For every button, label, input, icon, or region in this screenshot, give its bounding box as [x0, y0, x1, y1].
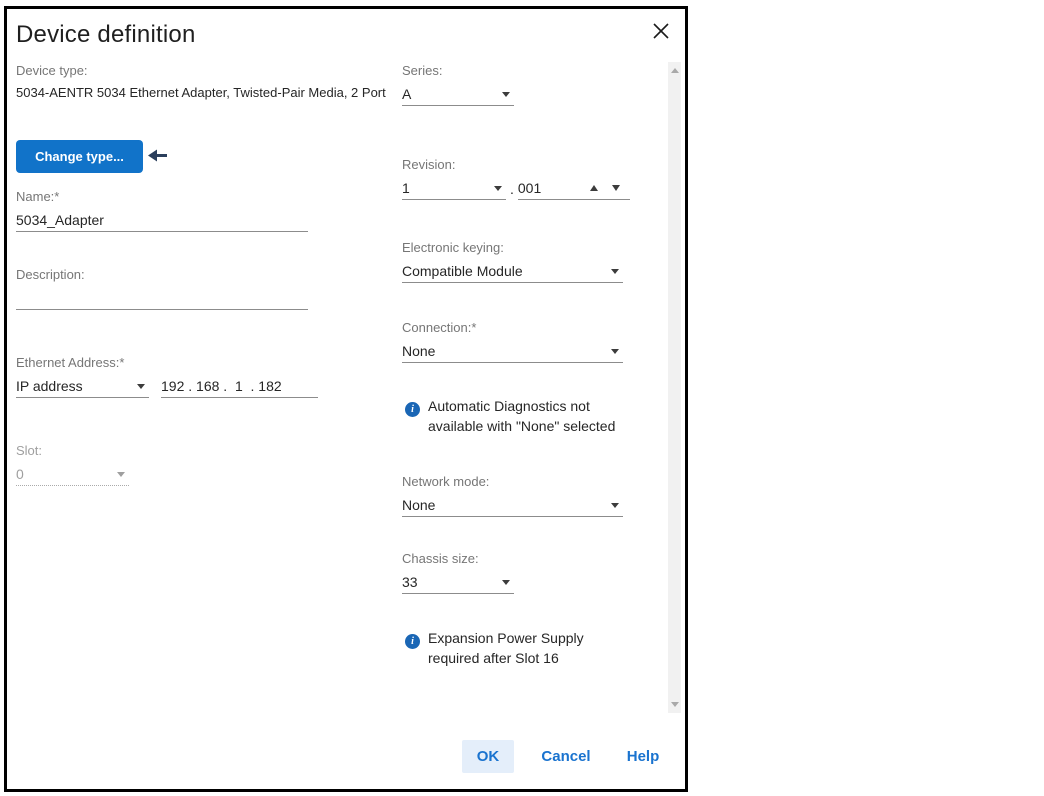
series-label: Series:: [402, 62, 514, 80]
device-type-field: Device type: 5034-AENTR 5034 Ethernet Ad…: [16, 62, 388, 103]
network-mode-dropdown[interactable]: None: [402, 494, 623, 517]
dropdown-arrow-icon: [494, 186, 502, 191]
ethernet-address-label: Ethernet Address:*: [16, 354, 318, 372]
ethernet-address-field: Ethernet Address:* IP address 192 . 168 …: [16, 354, 318, 398]
dropdown-arrow-icon: [502, 580, 510, 585]
help-button[interactable]: Help: [619, 740, 667, 773]
dropdown-arrow-icon: [117, 472, 125, 477]
series-field: Series: A: [402, 62, 514, 106]
network-mode-label: Network mode:: [402, 473, 623, 491]
chassis-size-dropdown[interactable]: 33: [402, 571, 514, 594]
electronic-keying-value: Compatible Module: [402, 263, 523, 279]
revision-minor-spinner[interactable]: 001: [518, 177, 630, 200]
spinner-up-icon[interactable]: [590, 185, 598, 191]
dropdown-arrow-icon: [502, 92, 510, 97]
cancel-button[interactable]: Cancel: [535, 740, 597, 773]
slot-dropdown: 0: [16, 463, 129, 486]
connection-label: Connection:*: [402, 319, 623, 337]
device-type-value: 5034-AENTR 5034 Ethernet Adapter, Twiste…: [16, 82, 388, 103]
revision-major-dropdown[interactable]: 1: [402, 177, 506, 200]
chassis-info-note: i Expansion Power Supply required after …: [405, 628, 625, 668]
connection-info-text: Automatic Diagnostics not available with…: [428, 396, 634, 436]
connection-value: None: [402, 343, 435, 359]
connection-info-note: i Automatic Diagnostics not available wi…: [405, 396, 637, 436]
revision-minor-value: 001: [518, 180, 541, 196]
chassis-size-field: Chassis size: 33: [402, 550, 514, 594]
ok-button[interactable]: OK: [462, 740, 514, 773]
close-icon: [652, 22, 670, 45]
close-button[interactable]: [649, 21, 673, 45]
dropdown-arrow-icon: [611, 269, 619, 274]
electronic-keying-field: Electronic keying: Compatible Module: [402, 239, 623, 283]
revision-field: Revision: 1 . 001: [402, 156, 630, 200]
name-value: 5034_Adapter: [16, 212, 104, 228]
device-type-label: Device type:: [16, 62, 388, 80]
dialog-title: Device definition: [16, 21, 196, 49]
series-value: A: [402, 86, 411, 102]
spinner-down-icon[interactable]: [612, 185, 620, 191]
description-input[interactable]: [16, 287, 308, 310]
ip-address-value: 192 . 168 . 1 . 182: [161, 378, 282, 394]
name-field: Name:* 5034_Adapter: [16, 188, 308, 232]
info-icon: i: [405, 634, 420, 649]
name-label: Name:*: [16, 188, 308, 206]
device-definition-dialog: Device definition Device type: 5034-AENT…: [4, 6, 688, 792]
series-dropdown[interactable]: A: [402, 83, 514, 106]
chassis-info-text: Expansion Power Supply required after Sl…: [428, 628, 616, 668]
connection-dropdown[interactable]: None: [402, 340, 623, 363]
dropdown-arrow-icon: [611, 349, 619, 354]
connection-field: Connection:* None: [402, 319, 623, 363]
ethernet-address-type-dropdown[interactable]: IP address: [16, 375, 149, 398]
ip-address-input[interactable]: 192 . 168 . 1 . 182: [161, 375, 318, 398]
description-field: Description:: [16, 266, 308, 310]
electronic-keying-label: Electronic keying:: [402, 239, 623, 257]
description-label: Description:: [16, 266, 308, 284]
electronic-keying-dropdown[interactable]: Compatible Module: [402, 260, 623, 283]
scrollbar-down-icon[interactable]: [671, 702, 679, 707]
dropdown-arrow-icon: [137, 384, 145, 389]
slot-label: Slot:: [16, 442, 129, 460]
scrollbar-up-icon[interactable]: [671, 68, 679, 73]
change-type-button[interactable]: Change type...: [16, 140, 143, 173]
chassis-size-value: 33: [402, 574, 418, 590]
revision-separator: .: [506, 181, 518, 200]
slot-value: 0: [16, 466, 24, 482]
info-icon: i: [405, 402, 420, 417]
slot-field: Slot: 0: [16, 442, 129, 486]
name-input[interactable]: 5034_Adapter: [16, 209, 308, 232]
network-mode-value: None: [402, 497, 435, 513]
dropdown-arrow-icon: [611, 503, 619, 508]
chassis-size-label: Chassis size:: [402, 550, 514, 568]
ethernet-address-type-value: IP address: [16, 378, 83, 394]
back-arrow-icon: [148, 148, 168, 168]
revision-label: Revision:: [402, 156, 630, 174]
revision-major-value: 1: [402, 180, 410, 196]
network-mode-field: Network mode: None: [402, 473, 623, 517]
vertical-scrollbar[interactable]: [668, 62, 681, 713]
